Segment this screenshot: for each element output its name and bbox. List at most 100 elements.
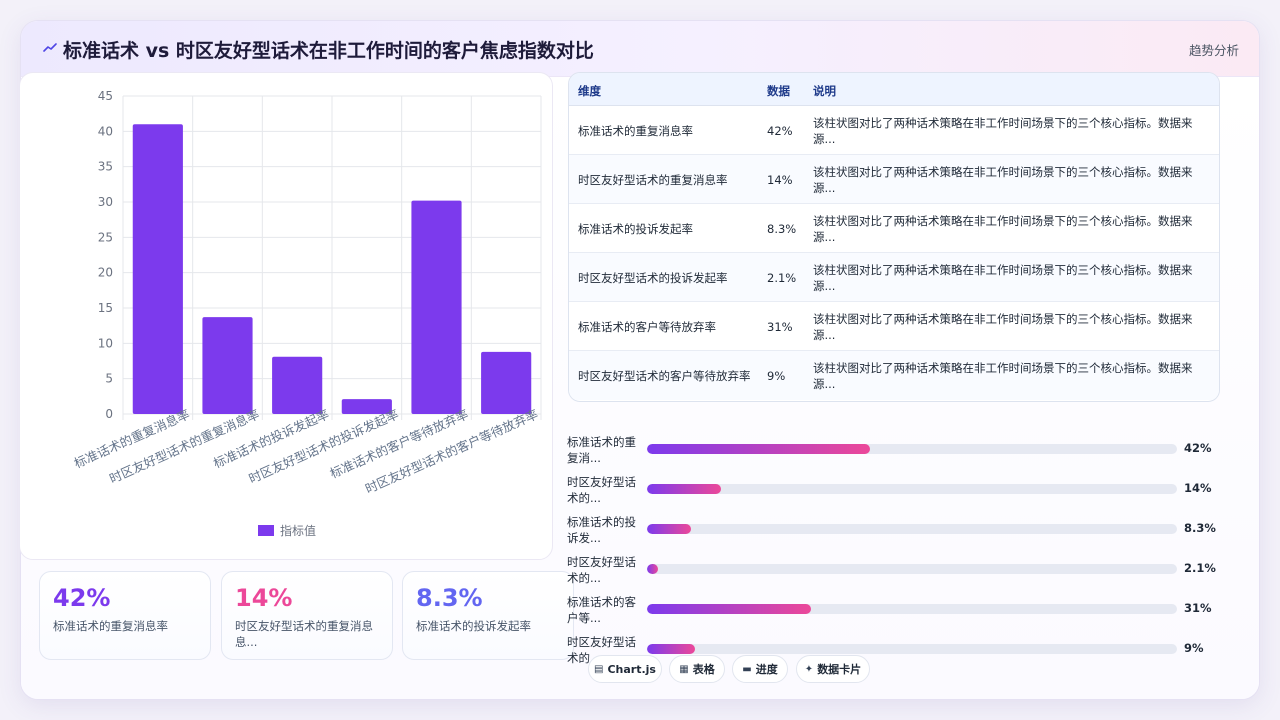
row-description: 该柱状图对比了两种话术策略在非工作时间场景下的三个核心指标。数据来源... — [813, 311, 1193, 342]
progress-row: 标准话术的投诉发... 8.3% — [567, 512, 1217, 552]
progress-row: 标准话术的客户等... 31% — [567, 592, 1217, 632]
legend-label: 指标值 — [280, 523, 316, 538]
y-tick-label: 20 — [98, 266, 113, 280]
progress-fill — [647, 604, 812, 614]
progress-track — [647, 604, 1177, 614]
progress-label: 标准话术的重复消... — [567, 435, 636, 465]
progress-track — [647, 524, 1177, 534]
progress-label: 标准话术的客户等... — [567, 595, 636, 625]
progress-row: 时区友好型话术的... 9% — [567, 632, 1217, 672]
bar — [272, 356, 323, 414]
column-header-description: 说明 — [813, 84, 836, 98]
progress-value: 14% — [1184, 481, 1212, 495]
chart-line-icon — [43, 43, 57, 52]
bar — [411, 200, 462, 414]
kpi-value: 42% — [53, 584, 111, 612]
chip-label: 数据卡片 — [817, 663, 862, 676]
progress-label: 标准话术的投诉发... — [567, 515, 636, 545]
progress-value: 31% — [1184, 601, 1212, 615]
column-header-data: 数据 — [767, 84, 790, 98]
kpi-card-3: 8.3% 标准话术的投诉发起率 — [402, 571, 574, 660]
trend-analysis-link[interactable]: 趋势分析 — [1189, 40, 1239, 59]
y-tick-label: 30 — [98, 195, 113, 209]
table-header: 维度 数据 说明 — [569, 73, 1219, 106]
y-tick-label: 40 — [98, 124, 113, 138]
bar — [202, 317, 253, 414]
bar-chart-panel: 0 5 10 15 20 25 30 35 40 45 标准话术的重复消息率 时区友好型话术的重复消息… — [19, 72, 553, 560]
progress-track — [647, 444, 1177, 454]
kpi-label: 标准话术的重复消息率 — [53, 619, 168, 633]
table-row: 时区友好型话术的客户等待放弃率 9% 该柱状图对比了两种话术策略在非工作时间场景… — [569, 351, 1219, 400]
data-table: 维度 数据 说明 标准话术的重复消息率 42% 该柱状图对比了两种话术策略在非工… — [568, 72, 1220, 402]
row-name: 时区友好型话术的重复消息率 — [578, 172, 728, 187]
progress-value: 9% — [1184, 641, 1204, 655]
row-value: 9% — [767, 368, 786, 383]
table-row: 时区友好型话术的投诉发起率 2.1% 该柱状图对比了两种话术策略在非工作时间场景… — [569, 253, 1219, 302]
table-row: 标准话术的重复消息率 42% 该柱状图对比了两种话术策略在非工作时间场景下的三个… — [569, 106, 1219, 155]
row-description: 该柱状图对比了两种话术策略在非工作时间场景下的三个核心指标。数据来源... — [813, 164, 1193, 195]
progress-fill — [647, 524, 691, 534]
kpi-card-1: 42% 标准话术的重复消息率 — [39, 571, 211, 660]
progress-row: 标准话术的重复消... 42% — [567, 432, 1217, 472]
y-tick-label: 5 — [105, 372, 113, 386]
kpi-value: 8.3% — [416, 584, 483, 612]
row-description: 该柱状图对比了两种话术策略在非工作时间场景下的三个核心指标。数据来源... — [813, 360, 1193, 391]
legend-swatch — [258, 525, 274, 536]
progress-fill — [647, 644, 695, 654]
progress-value: 2.1% — [1184, 561, 1216, 575]
kpi-label: 时区友好型话术的重复消息息... — [235, 619, 373, 649]
progress-fill — [647, 564, 659, 574]
progress-icon: ▬ — [742, 663, 752, 675]
bar-chart: 051015202530354045标准话术的重复消息率时区友好型话术的重复消息… — [72, 89, 542, 538]
kpi-value: 14% — [235, 584, 293, 612]
row-value: 8.3% — [767, 221, 797, 236]
progress-row: 时区友好型话术的... 2.1% — [567, 552, 1217, 592]
row-name: 标准话术的重复消息率 — [578, 123, 693, 138]
progress-label: 时区友好型话术的... — [567, 555, 636, 585]
y-tick-label: 25 — [98, 230, 113, 244]
row-value: 31% — [767, 319, 793, 334]
bar — [481, 351, 532, 414]
chip-chartjs[interactable]: ▤ Chart.js — [588, 655, 662, 683]
progress-track — [647, 484, 1177, 494]
chip-label: Chart.js — [607, 662, 656, 676]
chart-icon: ▤ — [594, 663, 604, 675]
column-header-dimension: 维度 — [578, 84, 601, 98]
y-tick-label: 10 — [98, 336, 113, 350]
progress-row: 时区友好型话术的... 14% — [567, 472, 1217, 512]
row-value: 2.1% — [767, 270, 797, 285]
table-row: 标准话术的投诉发起率 8.3% 该柱状图对比了两种话术策略在非工作时间场景下的三… — [569, 204, 1219, 253]
chip-label: 进度 — [755, 663, 778, 676]
chip-label: 表格 — [692, 663, 715, 676]
table-row: 标准话术的客户等待放弃率 31% 该柱状图对比了两种话术策略在非工作时间场景下的… — [569, 302, 1219, 351]
kpi-card-2: 14% 时区友好型话术的重复消息息... — [221, 571, 393, 660]
progress-track — [647, 564, 1177, 574]
kpi-label: 标准话术的投诉发起率 — [416, 619, 531, 633]
row-description: 该柱状图对比了两种话术策略在非工作时间场景下的三个核心指标。数据来源... — [813, 115, 1193, 146]
chip-table[interactable]: ▦ 表格 — [669, 655, 725, 683]
page-title: 标准话术 vs 时区友好型话术在非工作时间的客户焦虑指数对比 — [63, 40, 594, 62]
y-tick-label: 35 — [98, 160, 113, 174]
chip-data-card[interactable]: ✦ 数据卡片 — [796, 655, 870, 683]
progress-fill — [647, 484, 722, 494]
y-tick-label: 0 — [105, 407, 113, 421]
row-value: 14% — [767, 172, 793, 187]
row-name: 时区友好型话术的客户等待放弃率 — [578, 368, 751, 383]
progress-value: 42% — [1184, 441, 1212, 455]
progress-fill — [647, 444, 870, 454]
row-description: 该柱状图对比了两种话术策略在非工作时间场景下的三个核心指标。数据来源... — [813, 262, 1193, 293]
progress-value: 8.3% — [1184, 521, 1216, 535]
chip-progress[interactable]: ▬ 进度 — [732, 655, 788, 683]
progress-track — [647, 644, 1177, 654]
bar — [132, 124, 183, 414]
row-name: 标准话术的客户等待放弃率 — [578, 319, 716, 334]
row-description: 该柱状图对比了两种话术策略在非工作时间场景下的三个核心指标。数据来源... — [813, 213, 1193, 244]
row-name: 标准话术的投诉发起率 — [578, 221, 693, 236]
y-tick-label: 15 — [98, 301, 113, 315]
y-tick-label: 45 — [98, 89, 113, 103]
table-icon: ▦ — [679, 663, 689, 675]
progress-label: 时区友好型话术的... — [567, 475, 636, 505]
table-row: 时区友好型话术的重复消息率 14% 该柱状图对比了两种话术策略在非工作时间场景下… — [569, 155, 1219, 204]
sparkle-icon: ✦ — [804, 663, 814, 675]
row-name: 时区友好型话术的投诉发起率 — [578, 270, 728, 285]
